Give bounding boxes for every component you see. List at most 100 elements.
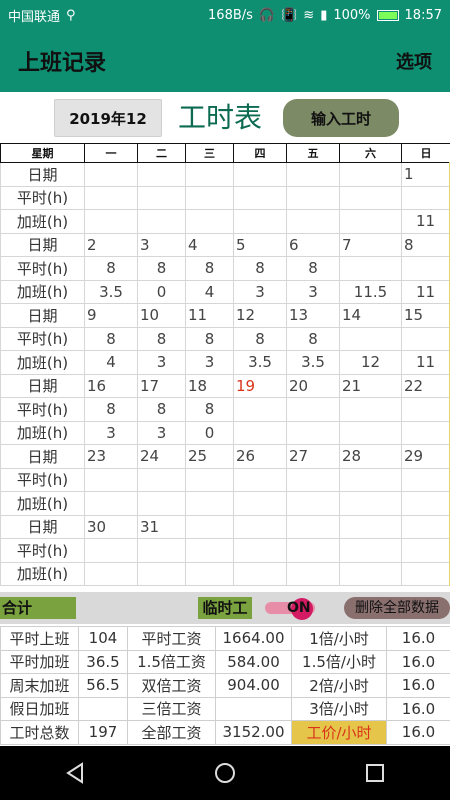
date-cell[interactable]: 10 [137,303,186,328]
date-cell[interactable] [185,162,234,187]
date-cell[interactable]: 31 [137,514,186,539]
overtime-hours-cell[interactable] [233,561,287,586]
normal-hours-cell[interactable] [233,185,287,210]
date-cell[interactable]: 23 [84,444,138,469]
date-cell[interactable] [286,514,340,539]
normal-hours-cell[interactable]: 8 [185,256,234,281]
normal-hours-cell[interactable]: 8 [137,326,186,351]
overtime-hours-cell[interactable] [137,491,186,516]
normal-hours-cell[interactable] [137,185,186,210]
summary-rate[interactable]: 16.0 [386,649,450,674]
input-hours-button[interactable]: 输入工时 [283,99,399,137]
normal-hours-cell[interactable] [401,185,450,210]
normal-hours-cell[interactable] [339,538,402,563]
normal-hours-cell[interactable] [339,326,402,351]
overtime-hours-cell[interactable] [286,420,340,445]
date-cell[interactable]: 25 [185,444,234,469]
overtime-hours-cell[interactable] [137,209,186,234]
date-cell[interactable]: 28 [339,444,402,469]
date-cell[interactable]: 19 [233,373,287,398]
normal-hours-cell[interactable]: 8 [185,397,234,422]
normal-hours-cell[interactable]: 8 [286,256,340,281]
home-icon[interactable] [214,762,236,784]
normal-hours-cell[interactable] [286,467,340,492]
month-select-button[interactable]: 2019年12 [54,99,162,137]
date-cell[interactable]: 2 [84,232,138,257]
normal-hours-cell[interactable] [339,185,402,210]
overtime-hours-cell[interactable] [185,491,234,516]
date-cell[interactable]: 24 [137,444,186,469]
date-cell[interactable] [339,162,402,187]
normal-hours-cell[interactable] [84,467,138,492]
normal-hours-cell[interactable] [185,538,234,563]
overtime-hours-cell[interactable]: 0 [185,420,234,445]
normal-hours-cell[interactable] [339,467,402,492]
overtime-hours-cell[interactable]: 0 [137,279,186,304]
overtime-hours-cell[interactable] [401,420,450,445]
normal-hours-cell[interactable] [137,467,186,492]
normal-hours-cell[interactable] [286,185,340,210]
temp-worker-toggle[interactable]: ON [265,598,317,620]
overtime-hours-cell[interactable] [286,561,340,586]
date-cell[interactable] [286,162,340,187]
overtime-hours-cell[interactable]: 3 [84,420,138,445]
normal-hours-cell[interactable] [84,185,138,210]
date-cell[interactable] [339,514,402,539]
date-cell[interactable]: 22 [401,373,450,398]
overtime-hours-cell[interactable] [233,420,287,445]
overtime-hours-cell[interactable] [339,209,402,234]
normal-hours-cell[interactable] [401,326,450,351]
overtime-hours-cell[interactable]: 3.5 [84,279,138,304]
overtime-hours-cell[interactable]: 3 [137,420,186,445]
delete-all-button[interactable]: 删除全部数据 [344,597,450,619]
summary-rate[interactable]: 16.0 [386,673,450,698]
overtime-hours-cell[interactable] [137,561,186,586]
overtime-hours-cell[interactable] [286,491,340,516]
date-cell[interactable] [401,514,450,539]
overtime-hours-cell[interactable]: 11 [401,350,450,375]
summary-rate[interactable]: 16.0 [386,696,450,721]
normal-hours-cell[interactable]: 8 [137,397,186,422]
date-cell[interactable]: 16 [84,373,138,398]
normal-hours-cell[interactable] [401,467,450,492]
normal-hours-cell[interactable] [401,256,450,281]
overtime-hours-cell[interactable] [84,209,138,234]
overtime-hours-cell[interactable]: 3 [185,350,234,375]
normal-hours-cell[interactable]: 8 [84,326,138,351]
normal-hours-cell[interactable] [84,538,138,563]
date-cell[interactable] [233,514,287,539]
date-cell[interactable]: 18 [185,373,234,398]
date-cell[interactable] [233,162,287,187]
overtime-hours-cell[interactable] [339,491,402,516]
date-cell[interactable]: 7 [339,232,402,257]
normal-hours-cell[interactable] [233,538,287,563]
date-cell[interactable]: 17 [137,373,186,398]
summary-rate[interactable]: 16.0 [386,626,450,651]
normal-hours-cell[interactable]: 8 [286,326,340,351]
date-cell[interactable]: 6 [286,232,340,257]
normal-hours-cell[interactable] [339,256,402,281]
overtime-hours-cell[interactable]: 11 [401,279,450,304]
normal-hours-cell[interactable] [185,467,234,492]
normal-hours-cell[interactable]: 8 [185,326,234,351]
overtime-hours-cell[interactable]: 3 [286,279,340,304]
overtime-hours-cell[interactable]: 3.5 [233,350,287,375]
normal-hours-cell[interactable] [401,538,450,563]
overtime-hours-cell[interactable]: 4 [185,279,234,304]
overtime-hours-cell[interactable] [401,491,450,516]
date-cell[interactable]: 11 [185,303,234,328]
normal-hours-cell[interactable]: 8 [84,397,138,422]
date-cell[interactable]: 4 [185,232,234,257]
normal-hours-cell[interactable] [286,397,340,422]
normal-hours-cell[interactable] [233,397,287,422]
date-cell[interactable]: 29 [401,444,450,469]
overtime-hours-cell[interactable]: 4 [84,350,138,375]
normal-hours-cell[interactable]: 8 [233,256,287,281]
normal-hours-cell[interactable] [339,397,402,422]
date-cell[interactable]: 9 [84,303,138,328]
overtime-hours-cell[interactable]: 11 [401,209,450,234]
normal-hours-cell[interactable]: 8 [84,256,138,281]
back-icon[interactable] [64,762,86,784]
overtime-hours-cell[interactable] [233,209,287,234]
date-cell[interactable]: 14 [339,303,402,328]
